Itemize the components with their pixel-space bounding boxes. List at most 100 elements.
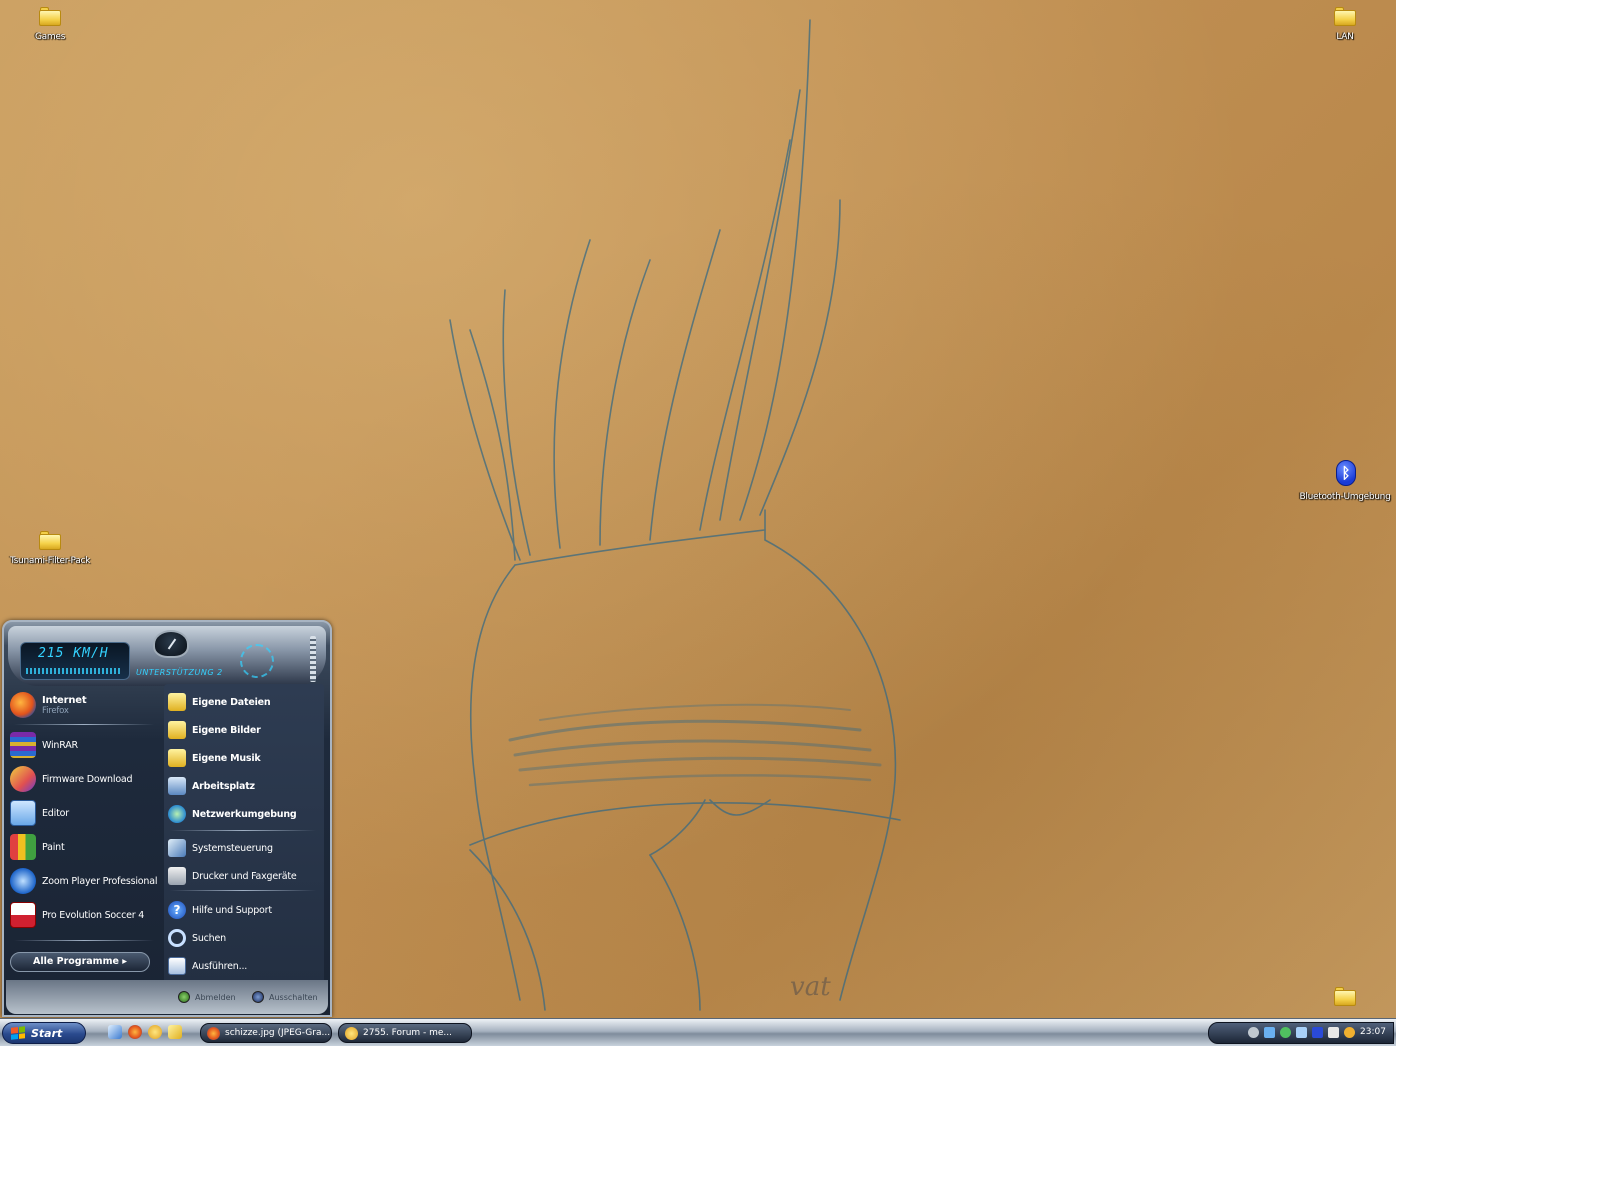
menu-item-eigene-dateien[interactable]: Eigene Dateien: [168, 690, 318, 714]
menu-item-label: Firmware Download: [42, 773, 133, 785]
winrar-icon: [10, 732, 36, 758]
bluetooth-tray-icon[interactable]: [1312, 1027, 1323, 1038]
control-panel-icon: [168, 839, 186, 857]
firefox-icon[interactable]: [128, 1025, 142, 1039]
messenger-tray-icon[interactable]: [1344, 1027, 1355, 1038]
desktop-icon-label: Games: [35, 32, 65, 42]
desktop-icon-label: LAN: [1336, 32, 1354, 42]
menu-item-eigene-musik[interactable]: Eigene Musik: [168, 746, 318, 770]
menu-item-eigene-bilder[interactable]: Eigene Bilder: [168, 718, 318, 742]
start-menu-header: 215 KM/H UNTERSTÜTZUNG 2: [8, 626, 326, 686]
menu-item-hilfe[interactable]: ? Hilfe und Support: [168, 898, 318, 922]
desktop-icon-folder[interactable]: [1297, 986, 1393, 1012]
logoff-button[interactable]: Abmelden: [178, 991, 236, 1003]
paint-icon: [10, 834, 36, 860]
firmware-icon: [10, 766, 36, 792]
logoff-icon: [178, 991, 190, 1003]
mode-label: UNTERSTÜTZUNG 2: [136, 668, 223, 677]
network-tray-icon[interactable]: [1280, 1027, 1291, 1038]
menu-item-label: Zoom Player Professional: [42, 875, 158, 887]
search-icon: [168, 929, 186, 947]
folder-icon: [37, 6, 63, 28]
menu-item-label: Drucker und Faxgeräte: [192, 870, 297, 882]
menu-item-label: Ausführen...: [192, 960, 248, 972]
logoff-label: Abmelden: [195, 992, 236, 1002]
menu-item-label: Arbeitsplatz: [192, 780, 255, 792]
menu-item-label: Suchen: [192, 932, 226, 944]
menu-item-editor[interactable]: Editor: [10, 798, 156, 828]
firefox-icon: [10, 692, 36, 718]
menu-item-winrar[interactable]: WinRAR: [10, 730, 156, 760]
messenger-icon[interactable]: [148, 1025, 162, 1039]
start-menu-footer: Abmelden Ausschalten: [6, 980, 328, 1014]
zoom-player-icon: [10, 868, 36, 894]
shutdown-icon: [252, 991, 264, 1003]
dial-icon: [153, 630, 189, 658]
speed-bar: [26, 668, 122, 674]
start-button[interactable]: Start: [2, 1022, 86, 1044]
folder-icon: [1332, 6, 1358, 28]
desktop-icon-bluetooth[interactable]: ᛒ Bluetooth-Umgebung: [1297, 460, 1393, 502]
menu-item-zoom-player[interactable]: Zoom Player Professional: [10, 866, 158, 896]
menu-item-label: Pro Evolution Soccer 4: [42, 909, 145, 921]
tray-icon[interactable]: [1248, 1027, 1259, 1038]
menu-item-arbeitsplatz[interactable]: Arbeitsplatz: [168, 774, 318, 798]
desktop-icon-lan[interactable]: LAN: [1297, 6, 1393, 42]
speed-readout: 215 KM/H: [38, 646, 109, 661]
taskbar-button-firefox[interactable]: schizze.jpg (JPEG-Gra...: [200, 1023, 332, 1043]
documents-folder-icon: [168, 693, 186, 711]
desktop-icon-games[interactable]: Games: [2, 6, 98, 42]
divider: [14, 940, 154, 941]
menu-item-sublabel: Firefox: [42, 705, 69, 716]
start-label: Start: [31, 1026, 63, 1040]
menu-item-ausfuehren[interactable]: Ausführen...: [168, 954, 318, 978]
computer-icon: [168, 777, 186, 795]
help-icon: ?: [168, 901, 186, 919]
volume-tray-icon[interactable]: [1296, 1027, 1307, 1038]
pictures-folder-icon: [168, 721, 186, 739]
shutdown-button[interactable]: Ausschalten: [252, 991, 318, 1003]
notepad-icon: [10, 800, 36, 826]
desktop-icon-tsunami-filter-pack[interactable]: Tsunami-Filter-Pack: [2, 530, 98, 566]
menu-item-label: Systemsteuerung: [192, 842, 273, 854]
volume-slider[interactable]: [310, 636, 316, 682]
taskbar: Start schizze.jpg (JPEG-Gra... 2755. For…: [0, 1018, 1396, 1046]
divider: [170, 890, 316, 891]
menu-item-netzwerkumgebung[interactable]: Netzwerkumgebung: [168, 802, 318, 826]
pes4-icon: [10, 902, 36, 928]
menu-item-label: Eigene Dateien: [192, 696, 271, 708]
all-programs-button[interactable]: Alle Programme ▸: [10, 952, 150, 972]
firefox-icon: [207, 1026, 220, 1040]
monitor-tray-icon[interactable]: [1264, 1027, 1275, 1038]
menu-item-systemsteuerung[interactable]: Systemsteuerung: [168, 836, 318, 860]
start-menu-programs: Internet Firefox WinRAR Firmware Download…: [8, 690, 158, 960]
desktop-icon-label: Tsunami-Filter-Pack: [9, 556, 91, 566]
run-icon: [168, 957, 186, 975]
menu-item-suchen[interactable]: Suchen: [168, 926, 318, 950]
show-desktop-icon[interactable]: [108, 1025, 122, 1039]
menu-item-pes4[interactable]: Pro Evolution Soccer 4: [10, 900, 156, 930]
all-programs-label: Alle Programme: [32, 956, 119, 967]
security-tray-icon[interactable]: [1328, 1027, 1339, 1038]
menu-item-firmware-download[interactable]: Firmware Download: [10, 764, 156, 794]
menu-item-internet[interactable]: Internet Firefox: [10, 690, 156, 720]
menu-item-label: Eigene Musik: [192, 752, 261, 764]
start-menu: 215 KM/H UNTERSTÜTZUNG 2 Internet Firefox…: [2, 620, 332, 1017]
menu-item-label: Editor: [42, 807, 69, 819]
wallpaper-signature: vat: [790, 972, 831, 1002]
menu-item-label: Hilfe und Support: [192, 904, 272, 916]
menu-item-label: WinRAR: [42, 739, 78, 751]
printer-icon: [168, 867, 186, 885]
desktop-icon-label: Bluetooth-Umgebung: [1299, 492, 1391, 502]
menu-item-label: Netzwerkumgebung: [192, 808, 297, 820]
taskbar-button-label: 2755. Forum - me...: [363, 1028, 453, 1038]
folder-icon: [37, 530, 63, 552]
menu-item-drucker[interactable]: Drucker und Faxgeräte: [168, 864, 318, 888]
quicklaunch-icon[interactable]: [168, 1025, 182, 1039]
menu-item-paint[interactable]: Paint: [10, 832, 156, 862]
divider: [170, 830, 316, 831]
music-folder-icon: [168, 749, 186, 767]
bluetooth-icon: ᛒ: [1332, 460, 1358, 488]
taskbar-button-forum[interactable]: 2755. Forum - me...: [338, 1023, 472, 1043]
clock[interactable]: 23:07: [1360, 1027, 1386, 1037]
